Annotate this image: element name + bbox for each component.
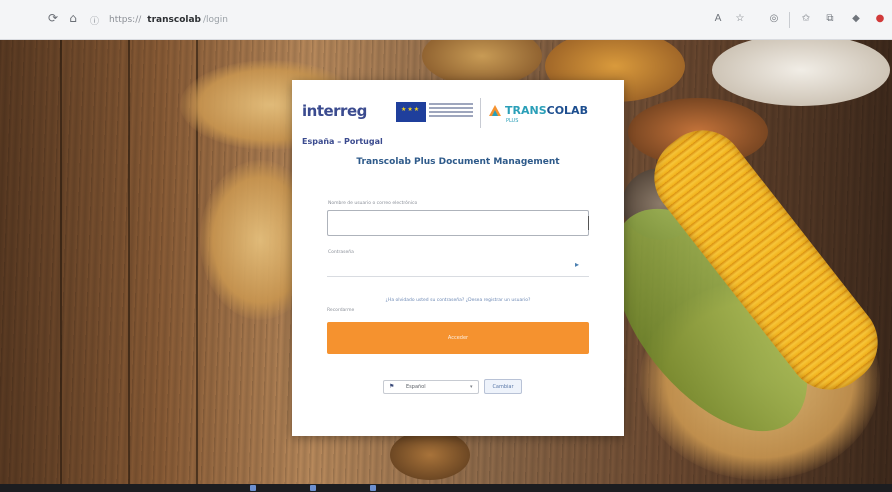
favorites-bar-icon[interactable]: ✩ — [800, 13, 812, 25]
eu-flag-icon — [396, 102, 426, 122]
transcolab-logo-part: TRANS — [505, 104, 547, 117]
extension-icon[interactable]: ◆ — [850, 13, 862, 25]
wood-plank-line — [128, 40, 130, 484]
forgot-password-link[interactable]: ¿Ha olvidado usted su contraseña? ¿Desea… — [292, 298, 624, 303]
taskbar-app-icon[interactable] — [250, 485, 256, 491]
transcolab-plus: PLUS — [506, 118, 519, 124]
eu-funding-text — [429, 103, 473, 119]
extensions-icon[interactable]: ◎ — [768, 13, 780, 25]
change-language-button[interactable]: Cambiar — [484, 379, 522, 394]
url-path: /login — [202, 15, 228, 25]
favorite-icon[interactable]: ☆ — [734, 13, 746, 25]
os-taskbar — [0, 484, 892, 492]
language-selected: Español — [406, 384, 426, 390]
url-prefix: https:// — [109, 15, 142, 25]
toolbar-divider — [789, 12, 790, 28]
grain-bowl — [390, 430, 470, 480]
password-label: Contraseña — [328, 250, 354, 255]
transcolab-logo: TRANSCOLAB — [505, 104, 588, 117]
app-title: Transcolab Plus Document Management — [356, 157, 560, 167]
collections-icon[interactable]: ⧉ — [824, 13, 836, 25]
reload-icon[interactable]: ⟳ — [46, 11, 60, 25]
language-flag-icon: ⚑ — [389, 383, 395, 390]
chevron-down-icon: ▾ — [470, 384, 473, 390]
browser-toolbar: ⟳ ⌂ ⓘ https:// transcolab /login A ☆ ◎ ✩… — [0, 0, 892, 40]
username-label: Nombre de usuario o correo electrónico — [328, 201, 418, 206]
region-label: España – Portugal — [302, 137, 383, 146]
login-button[interactable]: Acceder — [327, 322, 589, 354]
remember-me-label[interactable]: Recordarme — [327, 308, 354, 313]
home-icon[interactable]: ⌂ — [66, 11, 80, 25]
flour-bowl — [712, 40, 890, 106]
site-info-icon[interactable]: ⓘ — [90, 14, 99, 27]
password-field[interactable] — [327, 276, 589, 277]
url-domain: transcolab — [147, 15, 201, 25]
username-field[interactable] — [327, 210, 589, 236]
login-card: interreg TRANSCOLAB PLUS España – Portug… — [292, 80, 624, 436]
wood-plank-line — [60, 40, 62, 484]
text-cursor — [588, 216, 589, 230]
logo-divider — [480, 98, 481, 128]
show-password-icon[interactable]: ▸ — [575, 260, 579, 269]
language-select[interactable]: ⚑ Español ▾ — [383, 380, 479, 394]
username-input[interactable] — [328, 211, 588, 235]
profile-icon[interactable]: ● — [874, 13, 886, 25]
interreg-logo: interreg — [302, 102, 367, 120]
transcolab-logo-strong: COLAB — [546, 104, 588, 117]
read-aloud-icon[interactable]: A — [712, 13, 724, 25]
taskbar-app-icon[interactable] — [310, 485, 316, 491]
taskbar-app-icon[interactable] — [370, 485, 376, 491]
transcolab-logo-icon — [489, 105, 501, 116]
address-bar[interactable]: ⓘ https:// transcolab /login — [90, 9, 780, 31]
